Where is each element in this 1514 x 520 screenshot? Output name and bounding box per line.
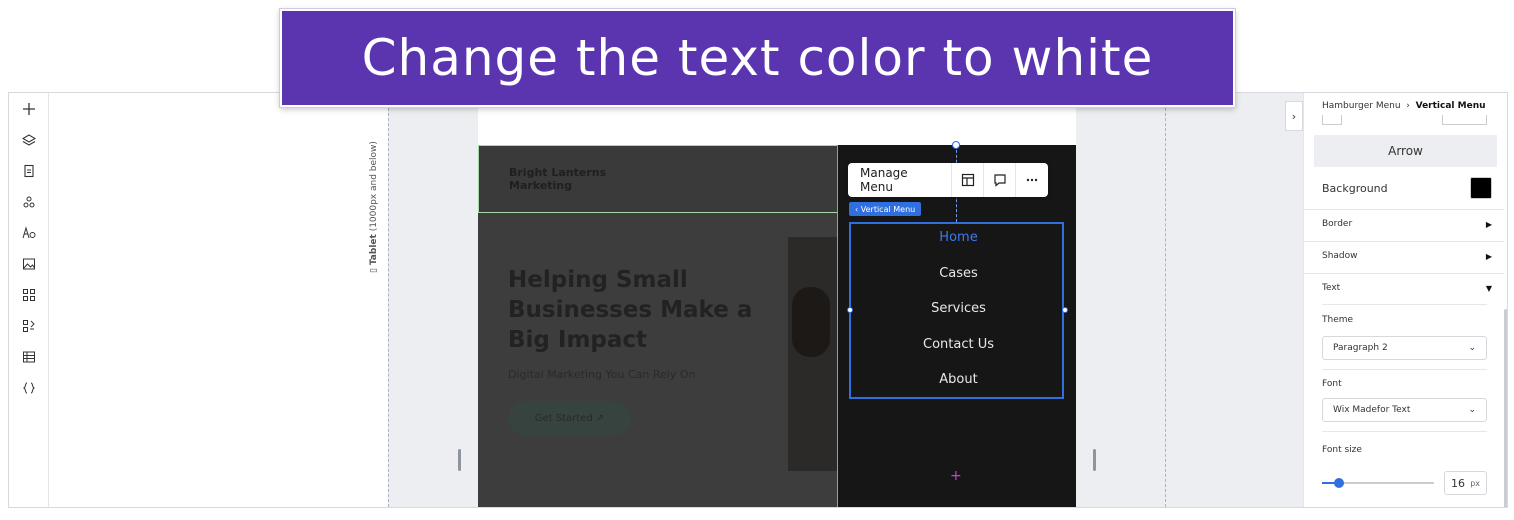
breakpoint-guide-right — [1165, 93, 1166, 507]
left-toolbar — [9, 93, 49, 507]
text-theme-icon[interactable] — [17, 221, 41, 245]
hero-cta-button[interactable]: Get Started ↗ — [508, 401, 631, 435]
text-section[interactable]: Text ▼ — [1322, 283, 1492, 293]
shadow-section[interactable]: Shadow ▶ — [1322, 251, 1492, 261]
brand-name: Bright Lanterns Marketing — [509, 166, 607, 192]
font-size-label: Font size — [1322, 445, 1362, 455]
media-icon[interactable] — [17, 252, 41, 276]
breadcrumb: Hamburger Menu › Vertical Menu — [1322, 101, 1486, 111]
apps-icon[interactable] — [17, 190, 41, 214]
font-size-slider[interactable] — [1322, 478, 1434, 488]
resize-handle-east[interactable] — [1062, 307, 1068, 313]
chevron-right-icon[interactable]: › — [1285, 101, 1303, 131]
chevron-down-icon: ⌄ — [1468, 343, 1476, 353]
instruction-banner: Change the text color to white — [280, 9, 1235, 107]
font-label: Font — [1322, 379, 1342, 389]
canvas-area: ▯ Tablet (1000px and below) Bright Lante… — [49, 93, 1302, 507]
table-icon[interactable] — [17, 345, 41, 369]
resize-handle-west[interactable] — [847, 307, 853, 313]
caret-down-icon: ▼ — [1485, 283, 1492, 293]
arrow-state-button[interactable]: Arrow — [1314, 135, 1497, 167]
add-element-icon[interactable]: + — [950, 468, 962, 484]
breadcrumb-parent[interactable]: Hamburger Menu — [1322, 101, 1401, 111]
font-select[interactable]: Wix Madefor Text ⌄ — [1322, 398, 1487, 422]
chevron-down-icon: ⌄ — [1468, 405, 1476, 415]
menu-item-about[interactable]: About — [851, 372, 1066, 387]
menu-item-home[interactable]: Home — [851, 230, 1066, 245]
hero-section[interactable]: Helping Small Businesses Make a Big Impa… — [478, 213, 837, 507]
business-apps-icon[interactable] — [17, 314, 41, 338]
menu-item-services[interactable]: Services — [851, 301, 1066, 316]
caret-right-icon: ▶ — [1485, 219, 1492, 229]
hero-subtitle: Digital Marketing You Can Rely On — [508, 368, 696, 381]
manage-menu-button[interactable]: Manage Menu — [848, 163, 953, 197]
theme-label: Theme — [1322, 315, 1354, 325]
font-size-input[interactable]: 16 px — [1444, 471, 1487, 495]
widgets-icon[interactable] — [17, 283, 41, 307]
theme-select[interactable]: Paragraph 2 ⌄ — [1322, 336, 1487, 360]
background-row[interactable]: Background — [1322, 177, 1492, 199]
resize-handle-left[interactable] — [458, 449, 461, 471]
vertical-menu[interactable]: Home Cases Services Contact Us About — [847, 222, 1068, 399]
hero-image — [788, 237, 837, 471]
add-icon[interactable] — [17, 97, 41, 121]
menu-item-contact-us[interactable]: Contact Us — [851, 337, 1066, 352]
top-anchor-handle[interactable] — [952, 141, 960, 149]
comment-icon[interactable] — [984, 163, 1017, 197]
resize-handle-right[interactable] — [1093, 449, 1096, 471]
canvas-gutter — [49, 93, 388, 507]
more-options-icon[interactable] — [1016, 163, 1048, 197]
menu-item-cases[interactable]: Cases — [851, 266, 1066, 281]
background-color-swatch[interactable] — [1470, 177, 1492, 199]
breakpoint-guide-left — [388, 93, 389, 507]
layers-icon[interactable] — [17, 128, 41, 152]
banner-text: Change the text color to white — [361, 29, 1154, 87]
slider-knob[interactable] — [1334, 478, 1344, 488]
panel-scrollbar[interactable] — [1504, 309, 1507, 507]
pages-icon[interactable] — [17, 159, 41, 183]
hero-title: Helping Small Businesses Make a Big Impa… — [508, 267, 753, 353]
inspector-panel: Hamburger Menu › Vertical Menu Arrow Bac… — [1303, 93, 1507, 507]
site-page: Bright Lanterns Marketing Helping Small B… — [478, 93, 1076, 507]
caret-right-icon: ▶ — [1485, 251, 1492, 261]
code-icon[interactable] — [17, 376, 41, 400]
border-section[interactable]: Border ▶ — [1322, 219, 1492, 229]
selection-tag[interactable]: ‹ Vertical Menu — [849, 202, 922, 216]
layout-icon[interactable] — [952, 163, 985, 197]
floating-toolbar: Manage Menu — [848, 163, 1048, 197]
breakpoint-label: ▯ Tablet (1000px and below) — [369, 141, 379, 273]
editor-window: ▯ Tablet (1000px and below) Bright Lante… — [8, 92, 1508, 508]
breadcrumb-current: Vertical Menu — [1415, 101, 1486, 111]
